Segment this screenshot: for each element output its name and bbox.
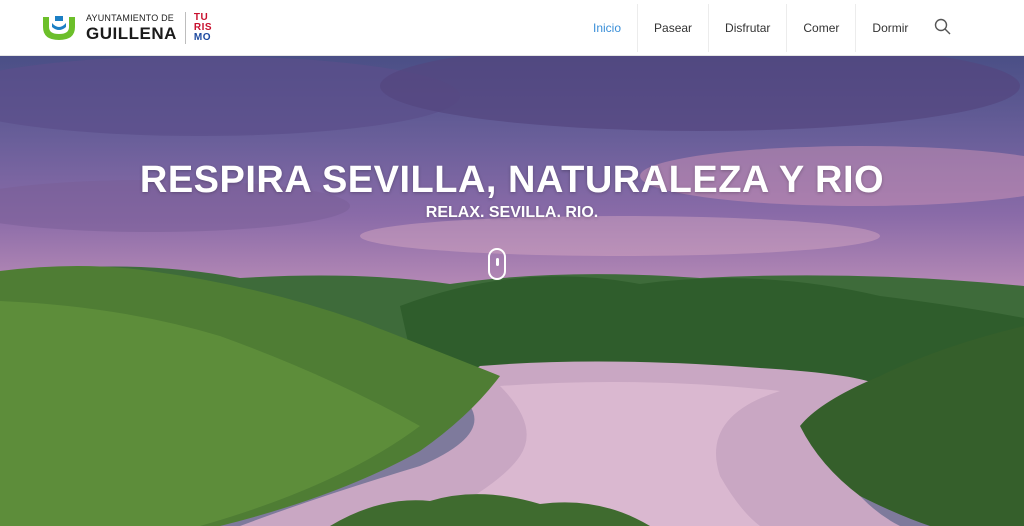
main-nav: Inicio Pasear Disfrutar Comer Dormir — [577, 0, 924, 55]
turismo-line-3: MO — [193, 32, 211, 43]
hero-title: RESPIRA SEVILLA, NATURALEZA Y RIO — [139, 159, 885, 202]
logo-text: AYUNTAMIENTO DE GUILLENA — [86, 13, 177, 43]
nav-item-dormir[interactable]: Dormir — [856, 4, 924, 52]
nav-item-comer[interactable]: Comer — [787, 3, 857, 52]
logo-small-text: AYUNTAMIENTO DE — [86, 13, 175, 23]
turismo-logo: TU RIS MO — [194, 13, 212, 43]
site-logo[interactable]: AYUNTAMIENTO DE GUILLENA TU RIS MO — [40, 10, 212, 46]
mouse-scroll-icon[interactable] — [488, 248, 506, 280]
logo-big-text: GUILLENA — [86, 24, 177, 43]
search-icon[interactable] — [932, 16, 954, 38]
hero-subtitle: RELAX. SEVILLA. RIO. — [425, 204, 599, 221]
nav-item-inicio[interactable]: Inicio — [577, 3, 639, 52]
nav-item-pasear[interactable]: Pasear — [638, 3, 710, 52]
site-header: AYUNTAMIENTO DE GUILLENA TU RIS MO Inici… — [0, 0, 1024, 56]
nav-item-disfrutar[interactable]: Disfrutar — [709, 3, 788, 52]
hero-landscape-image — [0, 56, 1024, 526]
logo-emblem-icon — [40, 13, 78, 43]
logo-divider — [184, 12, 186, 44]
hero-banner: RESPIRA SEVILLA, NATURALEZA Y RIO RELAX.… — [0, 56, 1024, 526]
